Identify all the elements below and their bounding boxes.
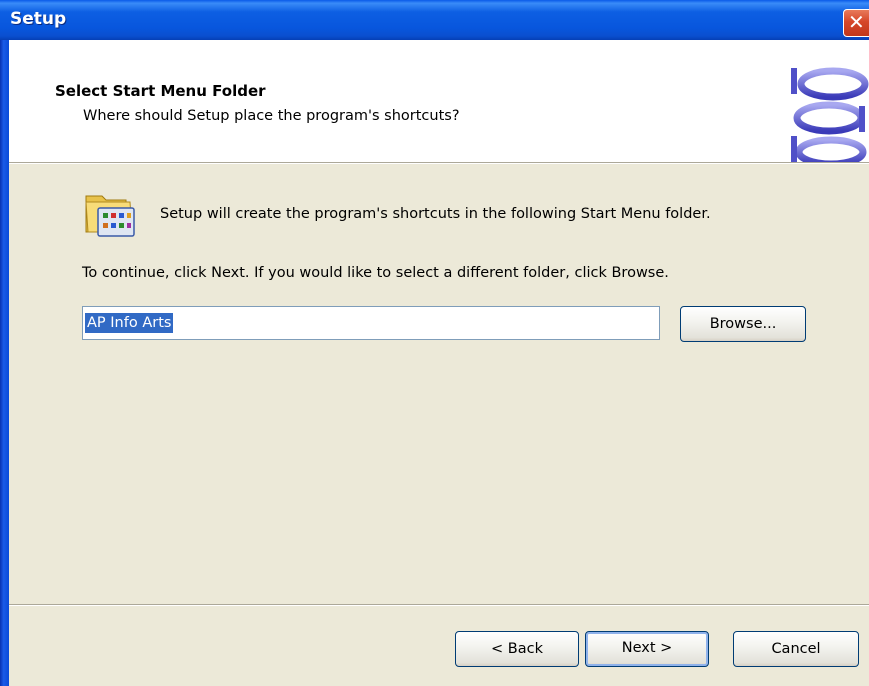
close-icon: ✕ [848, 10, 865, 34]
window-left-border [0, 40, 9, 686]
header-divider [9, 162, 869, 164]
browse-button[interactable]: Browse... [680, 306, 806, 342]
back-button[interactable]: < Back [455, 631, 579, 667]
folder-input-value: AP Info Arts [85, 313, 174, 333]
browse-instruction: To continue, click Next. If you would li… [82, 265, 669, 281]
page-subtitle: Where should Setup place the program's s… [83, 108, 460, 124]
next-button[interactable]: Next > [585, 631, 709, 667]
footer-divider [9, 604, 869, 606]
title-bar[interactable]: Setup ✕ [0, 0, 869, 40]
page-title: Select Start Menu Folder [55, 82, 266, 100]
start-menu-folder-icon [85, 195, 135, 237]
close-button[interactable]: ✕ [843, 9, 869, 37]
shortcut-description: Setup will create the program's shortcut… [160, 206, 711, 222]
start-menu-folder-input[interactable]: AP Info Arts [82, 306, 660, 340]
cancel-button[interactable]: Cancel [733, 631, 859, 667]
setup-window: Setup ✕ Select Start Menu Folder Where s… [0, 0, 869, 686]
installer-logo-icon [791, 67, 869, 162]
wizard-header: Select Start Menu Folder Where should Se… [9, 40, 869, 162]
window-title: Setup [10, 9, 67, 29]
